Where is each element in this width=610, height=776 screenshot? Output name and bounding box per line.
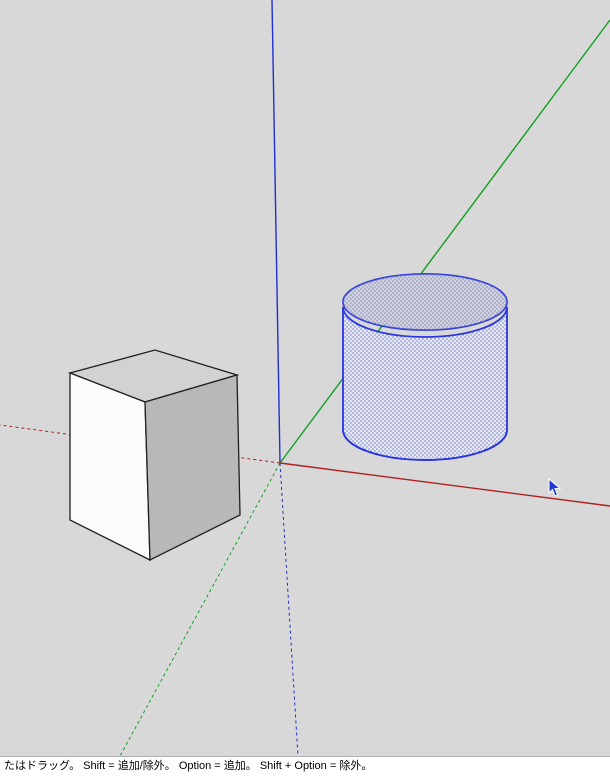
modeling-viewport[interactable] [0, 0, 610, 756]
status-hint-text: たはドラッグ。 Shift = 追加/除外。 Option = 追加。 Shif… [4, 760, 372, 772]
unselected-cube[interactable] [70, 350, 240, 560]
selected-cylinder[interactable] [343, 274, 507, 460]
status-bar: たはドラッグ。 Shift = 追加/除外。 Option = 追加。 Shif… [0, 756, 610, 776]
